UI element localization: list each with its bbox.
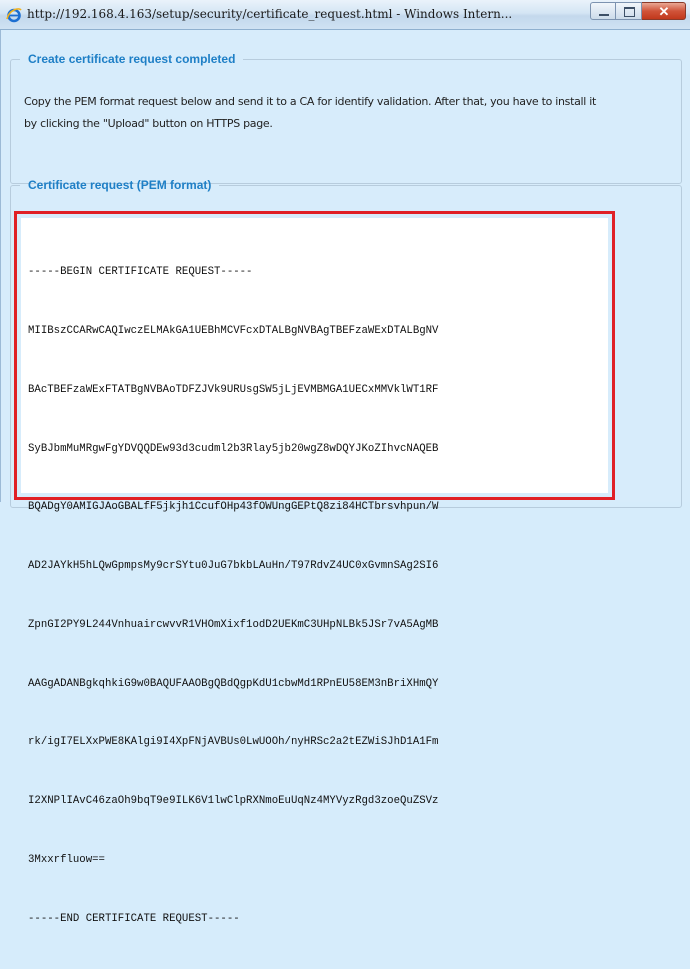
pem-line: -----END CERTIFICATE REQUEST----- — [28, 912, 240, 925]
maximize-button[interactable] — [616, 2, 642, 20]
page-content: Create certificate request completed Cop… — [0, 30, 690, 925]
instructions-text: Copy the PEM format request below and se… — [24, 91, 674, 135]
pem-text-area[interactable]: -----BEGIN CERTIFICATE REQUEST----- MIIB… — [21, 218, 608, 925]
pem-line: AD2JAYkH5hLQwGpmpsMy9crSYtu0JuG7bkbLAuHn… — [28, 560, 439, 573]
close-button[interactable]: ✕ — [642, 2, 686, 20]
pem-highlight-box: -----BEGIN CERTIFICATE REQUEST----- MIIB… — [14, 211, 615, 925]
instructions-line-2: by clicking the "Upload" button on HTTPS… — [24, 117, 273, 130]
window-controls: ✕ — [590, 2, 686, 22]
minimize-button[interactable] — [590, 2, 616, 20]
pem-line: BQADgY0AMIGJAoGBALfF5jkjh1CcufOHp43fOWUn… — [28, 501, 439, 514]
pem-line: -----BEGIN CERTIFICATE REQUEST----- — [28, 266, 253, 279]
pem-line: rk/igI7ELXxPWE8KAlgi9I4XpFNjAVBUs0LwUOOh… — [28, 736, 439, 749]
instructions-line-1: Copy the PEM format request below and se… — [24, 95, 597, 108]
minimize-icon — [599, 14, 609, 16]
section-title-pem-format: Certificate request (PEM format) — [28, 178, 212, 192]
internet-explorer-icon — [6, 7, 22, 23]
pem-line: AAGgADANBgkqhkiG9w0BAQUFAAOBgQBdQgpKdU1c… — [28, 677, 439, 690]
pem-line: SyBJbmMuMRgwFgYDVQQDEw93d3cudml2b3Rlay5j… — [28, 442, 439, 455]
maximize-icon — [624, 7, 635, 17]
pem-line: MIIBszCCARwCAQIwczELMAkGA1UEBhMCVFcxDTAL… — [28, 324, 439, 337]
window-title: http://192.168.4.163/setup/security/cert… — [27, 7, 513, 21]
pem-line: 3Mxxrfluow== — [28, 854, 105, 866]
pem-line: I2XNPlIAvC46zaOh9bqT9e9ILK6V1lwClpRXNmoE… — [28, 795, 439, 808]
pem-certificate-request: -----BEGIN CERTIFICATE REQUEST----- MIIB… — [28, 224, 438, 969]
pem-line: ZpnGI2PY9L244VnhuaircwvvR1VHOmXixf1odD2U… — [28, 618, 439, 631]
close-icon: ✕ — [658, 4, 670, 19]
pem-line: BAcTBEFzaWExFTATBgNVBAoTDFZJVk9URUsgSW5j… — [28, 383, 439, 396]
window-title-bar[interactable]: http://192.168.4.163/setup/security/cert… — [0, 0, 690, 30]
section-title-request-completed: Create certificate request completed — [28, 52, 236, 66]
